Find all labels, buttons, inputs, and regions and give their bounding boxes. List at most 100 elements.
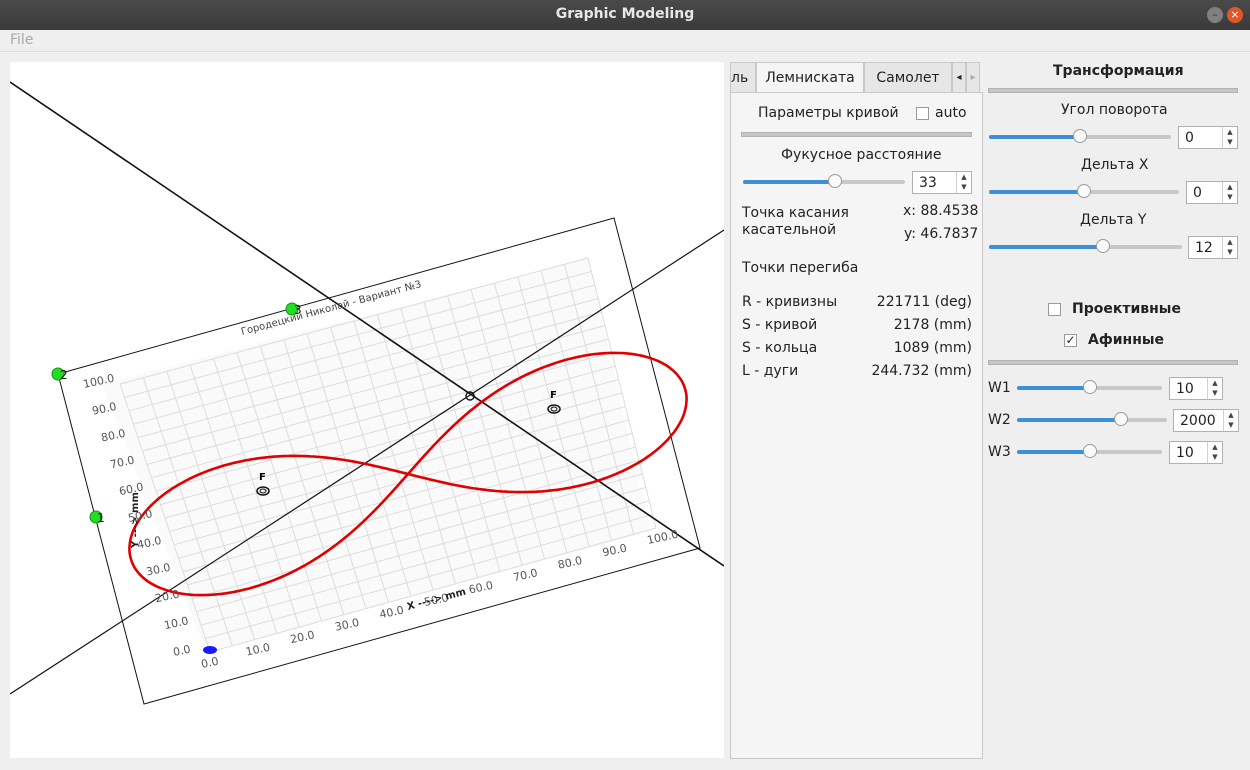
y-tick-label: 20.0 — [154, 588, 181, 606]
w3-value: 10 — [1176, 445, 1194, 461]
x-tick-label: 60.0 — [468, 579, 495, 597]
focal-distance-label: Фукусное расстояние — [781, 147, 942, 163]
x-tick-label: 70.0 — [512, 566, 539, 584]
curve-params-label: Параметры кривой — [758, 105, 899, 121]
tab-scroll-left-button[interactable]: ◂ — [952, 62, 966, 92]
rotation-value: 0 — [1185, 130, 1194, 146]
x-tick-label: 90.0 — [601, 542, 628, 560]
spin-arrows[interactable]: ▲ ▼ — [956, 172, 971, 193]
delta-y-slider[interactable] — [989, 239, 1182, 255]
w3-spinbox[interactable]: 10 ▲ ▼ — [1169, 441, 1223, 464]
focal-distance-value: 33 — [919, 175, 937, 191]
stat-label: R - кривизны — [742, 294, 838, 310]
y-tick-label: 30.0 — [145, 561, 172, 579]
w2-value: 2000 — [1180, 413, 1216, 429]
slider-fill — [743, 180, 836, 184]
slider-handle[interactable] — [1113, 412, 1128, 426]
tangent-point-label-1: Точка касания — [742, 205, 849, 221]
slider-fill — [989, 245, 1103, 249]
focus-label-right: F — [550, 390, 557, 401]
x-tick-label: 100.0 — [646, 528, 680, 547]
w1-slider[interactable] — [1017, 380, 1162, 396]
affine-label: Афинные — [1088, 332, 1165, 348]
y-tick-label: 70.0 — [109, 454, 136, 472]
spin-arrows[interactable]: ▲ ▼ — [1207, 442, 1222, 463]
spin-arrows[interactable]: ▲ ▼ — [1223, 410, 1238, 431]
slider-fill — [1017, 418, 1121, 422]
menu-file[interactable]: File — [10, 32, 33, 48]
stat-value: 1089 (mm) — [893, 340, 972, 356]
stat-label: S - кольца — [742, 340, 818, 356]
projective-checkbox[interactable] — [1048, 303, 1061, 316]
w1-label: W1 — [988, 380, 1011, 396]
delta-x-value: 0 — [1193, 185, 1202, 201]
menu-bar: File — [0, 30, 1250, 52]
origin-point — [203, 646, 217, 654]
y-tick-label: 90.0 — [91, 400, 118, 418]
close-button[interactable]: × — [1227, 7, 1243, 23]
focus-label-left: F — [259, 472, 266, 483]
transform-title: Трансформация — [1053, 63, 1184, 79]
rotation-spinbox[interactable]: 0 ▲ ▼ — [1178, 126, 1238, 149]
slider-fill — [989, 190, 1084, 194]
w1-spinbox[interactable]: 10 ▲ ▼ — [1169, 377, 1223, 400]
delta-y-label: Дельта Y — [1080, 212, 1147, 228]
spin-arrows[interactable]: ▲ ▼ — [1222, 237, 1237, 258]
inflection-points-label: Точки перегиба — [742, 260, 859, 276]
control-point-label-3: 3 — [294, 303, 302, 317]
x-tick-label: 40.0 — [378, 604, 405, 622]
y-axis-label: Y ---> mm — [130, 492, 141, 549]
slider-handle[interactable] — [1077, 184, 1091, 198]
auto-label: auto — [935, 105, 967, 121]
w2-slider[interactable] — [1017, 412, 1167, 428]
title-bar: Graphic Modeling – × — [0, 0, 1250, 30]
slider-handle[interactable] — [1095, 239, 1110, 253]
drawing-canvas[interactable]: F F 0.0 10.0 20.0 30.0 40.0 50.0 60.0 70.0 80.0 9… — [10, 62, 724, 758]
stat-value: 221711 (deg) — [876, 294, 972, 310]
spin-arrows[interactable]: ▲ ▼ — [1222, 127, 1237, 148]
y-tick-label: 0.0 — [172, 643, 192, 659]
slider-fill — [1017, 386, 1090, 390]
delta-y-spinbox[interactable]: 12 ▲ ▼ — [1188, 236, 1238, 259]
rotation-slider[interactable] — [989, 129, 1171, 145]
w3-slider[interactable] — [1017, 444, 1162, 460]
control-point-label-1: 1 — [97, 511, 105, 525]
slider-handle[interactable] — [1082, 444, 1097, 458]
focal-distance-slider[interactable] — [743, 174, 905, 190]
rotation-label: Угол поворота — [1061, 102, 1168, 118]
tab-scroll-right-button[interactable]: ▸ — [966, 62, 980, 92]
projective-label: Проективные — [1072, 301, 1181, 317]
delta-x-label: Дельта X — [1081, 157, 1149, 173]
stat-value: 244.732 (mm) — [871, 363, 972, 379]
slider-handle[interactable] — [828, 174, 843, 188]
tangent-point-label-2: касательной — [742, 222, 837, 238]
y-tick-label: 10.0 — [163, 614, 190, 632]
transform-separator — [988, 88, 1238, 93]
w3-label: W3 — [988, 444, 1011, 460]
slider-fill — [989, 135, 1080, 139]
plot-svg[interactable]: F F 0.010.020.030.040.050.060.070.080.09… — [10, 62, 724, 758]
spin-arrows[interactable]: ▲ ▼ — [1207, 378, 1222, 399]
tab-plane[interactable]: Самолет — [864, 62, 952, 92]
x-tick-label: 10.0 — [245, 641, 272, 659]
spin-arrows[interactable]: ▲ ▼ — [1222, 182, 1237, 203]
auto-checkbox[interactable] — [916, 107, 929, 120]
window-title: Graphic Modeling — [555, 6, 695, 22]
slider-handle[interactable] — [1082, 380, 1097, 394]
minimize-button[interactable]: – — [1207, 7, 1223, 23]
affine-check-mark: ✓ — [1065, 333, 1076, 347]
tab-partial[interactable]: ль — [730, 62, 756, 92]
tab-lemniscate[interactable]: Лемниската — [756, 62, 864, 93]
tangent-x-value: x: 88.4538 — [903, 203, 979, 219]
affine-checkbox[interactable]: ✓ — [1064, 334, 1077, 347]
stat-label: S - кривой — [742, 317, 818, 333]
y-tick-label: 80.0 — [100, 427, 127, 445]
control-point-label-2: 2 — [60, 368, 68, 382]
w2-spinbox[interactable]: 2000 ▲ ▼ — [1173, 409, 1239, 432]
x-tick-label: 80.0 — [557, 554, 584, 572]
delta-x-spinbox[interactable]: 0 ▲ ▼ — [1186, 181, 1238, 204]
focal-distance-spinbox[interactable]: 33 ▲ ▼ — [912, 171, 972, 194]
delta-x-slider[interactable] — [989, 184, 1179, 200]
slider-handle[interactable] — [1073, 129, 1087, 143]
affine-separator — [988, 360, 1238, 365]
